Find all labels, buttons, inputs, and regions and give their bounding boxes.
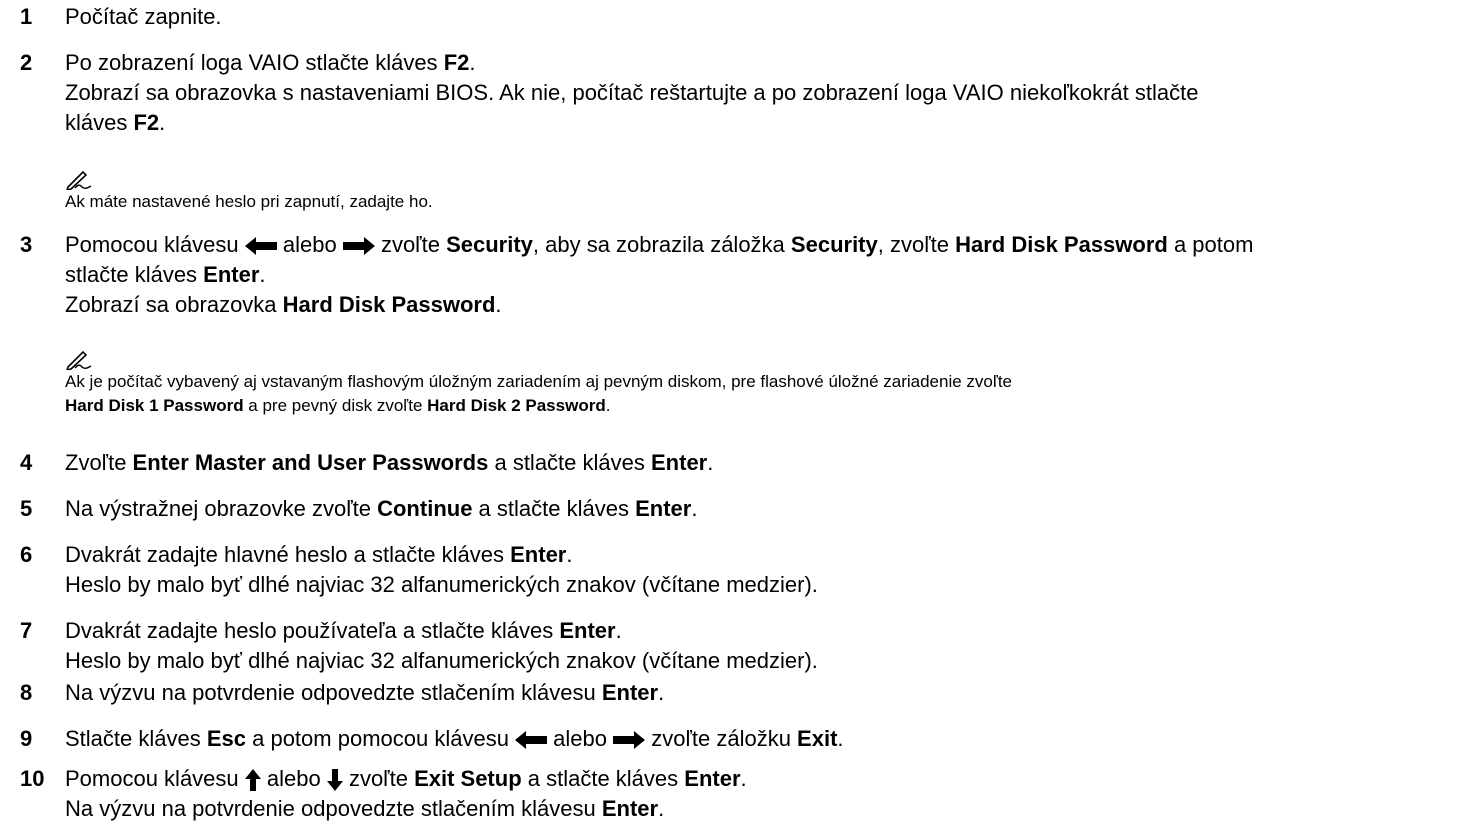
- step-text: Na výzvu na potvrdenie odpovedzte stlače…: [65, 680, 602, 705]
- arrow-left-icon: [515, 731, 548, 750]
- step-number: 7: [20, 618, 33, 643]
- punct: .: [707, 450, 714, 475]
- step-number: 6: [20, 542, 33, 567]
- arrow-down-icon: [326, 769, 343, 792]
- punct: .: [658, 680, 665, 705]
- menu-label: Hard Disk 2 Password: [427, 396, 606, 415]
- step-detail: Heslo by malo byť dlhé najviac 32 alfanu…: [65, 648, 818, 673]
- menu-label: Hard Disk Password: [282, 292, 496, 317]
- step-text: , aby sa zobrazila záložka: [532, 232, 791, 257]
- menu-label: Security: [446, 232, 533, 257]
- arrow-up-icon: [244, 769, 261, 792]
- step-text: a stlačte kláves: [488, 450, 651, 475]
- key-label: F2: [133, 110, 160, 135]
- step-number: 9: [20, 726, 33, 751]
- step-text: , zvoľte: [877, 232, 956, 257]
- note-text: a pre pevný disk zvoľte: [243, 396, 428, 415]
- step-number: 3: [20, 232, 33, 257]
- step-text: zvoľte: [374, 232, 447, 257]
- menu-label: Hard Disk 1 Password: [65, 396, 244, 415]
- step-text: Dvakrát zadajte hlavné heslo a stlačte k…: [65, 542, 511, 567]
- punct: .: [159, 110, 166, 135]
- step-number: 8: [20, 680, 33, 705]
- step-number: 5: [20, 496, 33, 521]
- pen-note-icon: [66, 170, 92, 190]
- arrow-right-icon: [613, 731, 646, 750]
- step-text: zvoľte záložku: [645, 726, 798, 751]
- menu-label: Exit Setup: [414, 766, 522, 791]
- step-text: Po zobrazení loga VAIO stlačte kláves: [65, 50, 444, 75]
- step-text: a potom pomocou klávesu: [246, 726, 516, 751]
- punct: .: [495, 292, 502, 317]
- menu-label: Exit: [797, 726, 838, 751]
- step-text: Počítač zapnite.: [65, 4, 222, 29]
- step-text: Zvoľte: [65, 450, 133, 475]
- menu-label: Enter Master and User Passwords: [132, 450, 489, 475]
- menu-label: Hard Disk Password: [955, 232, 1168, 257]
- step-number: 4: [20, 450, 33, 475]
- arrow-right-icon: [342, 237, 375, 256]
- step-text: kláves: [65, 110, 134, 135]
- step-number: 1: [20, 4, 33, 29]
- punct: .: [691, 496, 698, 521]
- key-label: Enter: [510, 542, 567, 567]
- step-text: Dvakrát zadajte heslo používateľa a stla…: [65, 618, 560, 643]
- step-text: Zobrazí sa obrazovka: [65, 292, 283, 317]
- step-text: alebo: [260, 766, 327, 791]
- note-text: Ak je počítač vybavený aj vstavaným flas…: [65, 372, 1013, 391]
- step-text: a stlačte kláves: [472, 496, 636, 521]
- punct: .: [837, 726, 844, 751]
- punct: .: [615, 618, 622, 643]
- note-2: Ak je počítač vybavený aj vstavaným flas…: [65, 350, 1448, 418]
- key-label: Enter: [601, 680, 659, 705]
- step-number: 10: [20, 766, 45, 791]
- punct: .: [658, 796, 665, 821]
- punct: .: [469, 50, 476, 75]
- key-label: Enter: [203, 262, 260, 287]
- note-text: Ak máte nastavené heslo pri zapnutí, zad…: [65, 192, 433, 211]
- key-label: Enter: [635, 496, 692, 521]
- step-text: Na výzvu na potvrdenie odpovedzte stlače…: [65, 796, 602, 821]
- note-1: Ak máte nastavené heslo pri zapnutí, zad…: [65, 170, 1448, 214]
- step-number: 2: [20, 50, 33, 75]
- step-detail: Heslo by malo byť dlhé najviac 32 alfanu…: [65, 572, 818, 597]
- punct: .: [740, 766, 747, 791]
- step-text: zvoľte: [342, 766, 415, 791]
- key-label: F2: [443, 50, 470, 75]
- punct: .: [566, 542, 573, 567]
- step-text: Pomocou klávesu: [65, 766, 245, 791]
- step-text: alebo: [276, 232, 343, 257]
- step-detail: Zobrazí sa obrazovka s nastaveniami BIOS…: [65, 80, 1199, 105]
- menu-label: Security: [790, 232, 878, 257]
- key-label: Enter: [559, 618, 616, 643]
- menu-label: Continue: [377, 496, 473, 521]
- step-text: a stlačte kláves: [521, 766, 685, 791]
- key-label: Enter: [684, 766, 741, 791]
- pen-note-icon: [66, 350, 92, 370]
- step-text: Na výstražnej obrazovke zvoľte: [65, 496, 378, 521]
- step-text: alebo: [547, 726, 614, 751]
- arrow-left-icon: [244, 237, 277, 256]
- step-text: a potom: [1167, 232, 1254, 257]
- step-text: stlačte kláves: [65, 262, 204, 287]
- key-label: Enter: [651, 450, 708, 475]
- punct: .: [605, 396, 611, 415]
- step-text: Stlačte kláves: [65, 726, 207, 751]
- key-label: Esc: [206, 726, 246, 751]
- punct: .: [259, 262, 266, 287]
- step-text: Pomocou klávesu: [65, 232, 245, 257]
- key-label: Enter: [601, 796, 659, 821]
